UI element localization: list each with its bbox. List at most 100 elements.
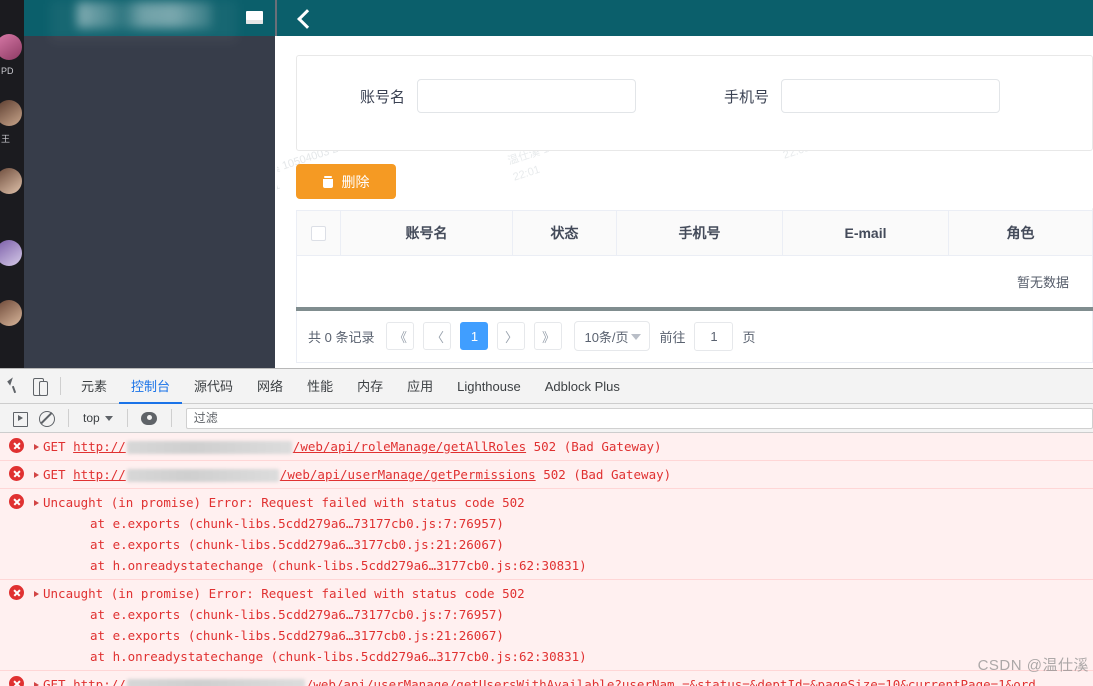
stack-line: at e.exports (chunk-libs.5cdd279a6…73177…	[90, 604, 1093, 625]
status-text: (Bad Gateway)	[573, 467, 672, 482]
stack-line: at e.exports (chunk-libs.5cdd279a6…3177c…	[90, 625, 1093, 646]
app-title-redacted	[77, 2, 212, 28]
page-size-value: 10条/页	[584, 329, 629, 345]
js-context-value: top	[83, 411, 100, 425]
tab-application[interactable]: 应用	[395, 369, 445, 404]
console-entry[interactable]: GET http:// /web/api/userManage/getUsersW…	[0, 671, 1093, 686]
redacted-host	[126, 469, 279, 482]
col-email[interactable]: E-mail	[782, 210, 949, 256]
request-scheme[interactable]: http://	[73, 677, 126, 686]
device-toolbar-icon[interactable]	[26, 369, 52, 404]
stack-frame-0[interactable]: at e.exports (chunk-libs.5cdd279a6…73177…	[90, 607, 504, 622]
request-method: GET	[43, 467, 66, 482]
table-header-row: 账号名 状态 手机号 E-mail 角色	[296, 210, 1093, 256]
users-table: 账号名 状态 手机号 E-mail 角色 暂无数据 共 0 条记录 《 〈 1 …	[296, 210, 1093, 363]
pagination-first-button[interactable]: 《	[386, 322, 415, 350]
status-code: 502	[543, 467, 566, 482]
main-content: 温仕溪 10504003 2023年1月10日22:01 温仕溪 1050400…	[277, 36, 1093, 368]
pagination-last-button[interactable]: 》	[534, 322, 563, 350]
console-entry[interactable]: GET http:// /web/api/roleManage/getAllRol…	[0, 433, 1093, 461]
pagination: 共 0 条记录 《 〈 1 〉 》 10条/页 前往 页	[296, 310, 1093, 363]
goto-label: 前往	[659, 329, 686, 345]
tab-elements[interactable]: 元素	[69, 369, 119, 404]
stack-frame-2[interactable]: at h.onreadystatechange (chunk-libs.5cdd…	[90, 649, 587, 664]
background-text: PD	[1, 66, 14, 76]
stack-frame-2[interactable]: at h.onreadystatechange (chunk-libs.5cdd…	[90, 558, 587, 573]
console-sidebar-icon[interactable]	[6, 404, 33, 433]
col-account[interactable]: 账号名	[340, 210, 513, 256]
pagination-page-1[interactable]: 1	[460, 322, 489, 350]
avatar	[0, 34, 22, 60]
request-scheme[interactable]: http://	[73, 467, 126, 482]
request-method: GET	[43, 677, 66, 686]
tab-adblock-plus[interactable]: Adblock Plus	[533, 369, 632, 404]
tab-performance[interactable]: 性能	[295, 369, 345, 404]
divider	[60, 377, 61, 395]
window-icon[interactable]	[246, 11, 263, 24]
tab-console[interactable]: 控制台	[119, 369, 182, 404]
clear-console-icon[interactable]	[33, 404, 60, 433]
select-all-header	[296, 210, 341, 256]
tab-sources[interactable]: 源代码	[182, 369, 245, 404]
request-method: GET	[43, 439, 66, 454]
request-path[interactable]: /web/api/userManage/getPermissions	[280, 467, 536, 482]
empty-text: 暂无数据	[1016, 274, 1069, 290]
page-size-select[interactable]: 10条/页	[574, 321, 651, 351]
console-entry[interactable]: GET http:// /web/api/userManage/getPermis…	[0, 461, 1093, 489]
avatar	[0, 168, 22, 194]
col-role[interactable]: 角色	[948, 210, 1093, 256]
stack-frame-1[interactable]: at e.exports (chunk-libs.5cdd279a6…3177c…	[90, 537, 504, 552]
col-status[interactable]: 状态	[512, 210, 617, 256]
stack-trace: at e.exports (chunk-libs.5cdd279a6…73177…	[34, 513, 1093, 576]
phone-label: 手机号	[724, 88, 770, 106]
select-all-checkbox[interactable]	[311, 226, 326, 242]
stack-frame-1[interactable]: at e.exports (chunk-libs.5cdd279a6…3177c…	[90, 628, 504, 643]
app-header-left	[24, 0, 275, 41]
status-text: (Bad Gateway)	[563, 439, 662, 454]
status-code: 502	[533, 439, 557, 454]
console-entry[interactable]: Uncaught (in promise) Error: Request fai…	[0, 580, 1093, 671]
col-phone[interactable]: 手机号	[616, 210, 783, 256]
expand-triangle-icon[interactable]	[34, 499, 39, 506]
expand-triangle-icon[interactable]	[34, 471, 39, 478]
avatar	[0, 300, 22, 326]
divider	[68, 409, 69, 427]
error-icon	[9, 494, 24, 509]
pagination-total: 共 0 条记录	[308, 329, 375, 345]
console-filter-input[interactable]	[185, 407, 1093, 429]
tab-network[interactable]: 网络	[245, 369, 295, 404]
table-empty-row: 暂无数据	[296, 255, 1093, 311]
pagination-prev-button[interactable]: 〈	[423, 322, 452, 350]
request-path[interactable]: /web/api/roleManage/getAllRoles	[293, 439, 526, 454]
tab-lighthouse[interactable]: Lighthouse	[445, 369, 533, 404]
inspect-element-icon[interactable]	[0, 369, 26, 404]
console-entry[interactable]: Uncaught (in promise) Error: Request fai…	[0, 489, 1093, 580]
request-path[interactable]: /web/api/userManage/getUsersWithAvailabl…	[306, 677, 1036, 686]
stack-frame-0[interactable]: at e.exports (chunk-libs.5cdd279a6…73177…	[90, 516, 504, 531]
exception-message: Uncaught (in promise) Error: Request fai…	[43, 495, 525, 510]
app-sidebar	[24, 36, 275, 368]
trash-icon	[322, 175, 333, 188]
request-scheme[interactable]: http://	[73, 439, 126, 454]
chevron-down-icon	[104, 415, 113, 421]
chevron-left-icon[interactable]	[294, 8, 314, 28]
screenshot-root: PD 王 温仕溪 10504003 2023年1月10日22:01 温仕溪 10…	[0, 0, 1093, 686]
divider	[126, 409, 128, 427]
phone-input[interactable]	[781, 79, 1001, 113]
account-input[interactable]	[417, 79, 637, 113]
js-context-select[interactable]: top	[77, 411, 119, 425]
delete-button-label: 删除	[341, 173, 370, 190]
pagination-next-button[interactable]: 〉	[497, 322, 526, 350]
goto-page-input[interactable]	[694, 321, 734, 351]
expand-triangle-icon[interactable]	[34, 681, 39, 686]
expand-triangle-icon[interactable]	[34, 443, 39, 450]
stack-line: at h.onreadystatechange (chunk-libs.5cdd…	[90, 646, 1093, 667]
goto-unit-label: 页	[742, 329, 756, 345]
tab-memory[interactable]: 内存	[345, 369, 395, 404]
divider	[170, 409, 172, 427]
expand-triangle-icon[interactable]	[34, 590, 39, 597]
delete-button[interactable]: 删除	[296, 164, 396, 199]
stack-line: at h.onreadystatechange (chunk-libs.5cdd…	[90, 555, 1093, 576]
avatar	[0, 240, 22, 266]
live-expression-icon[interactable]	[136, 404, 163, 433]
